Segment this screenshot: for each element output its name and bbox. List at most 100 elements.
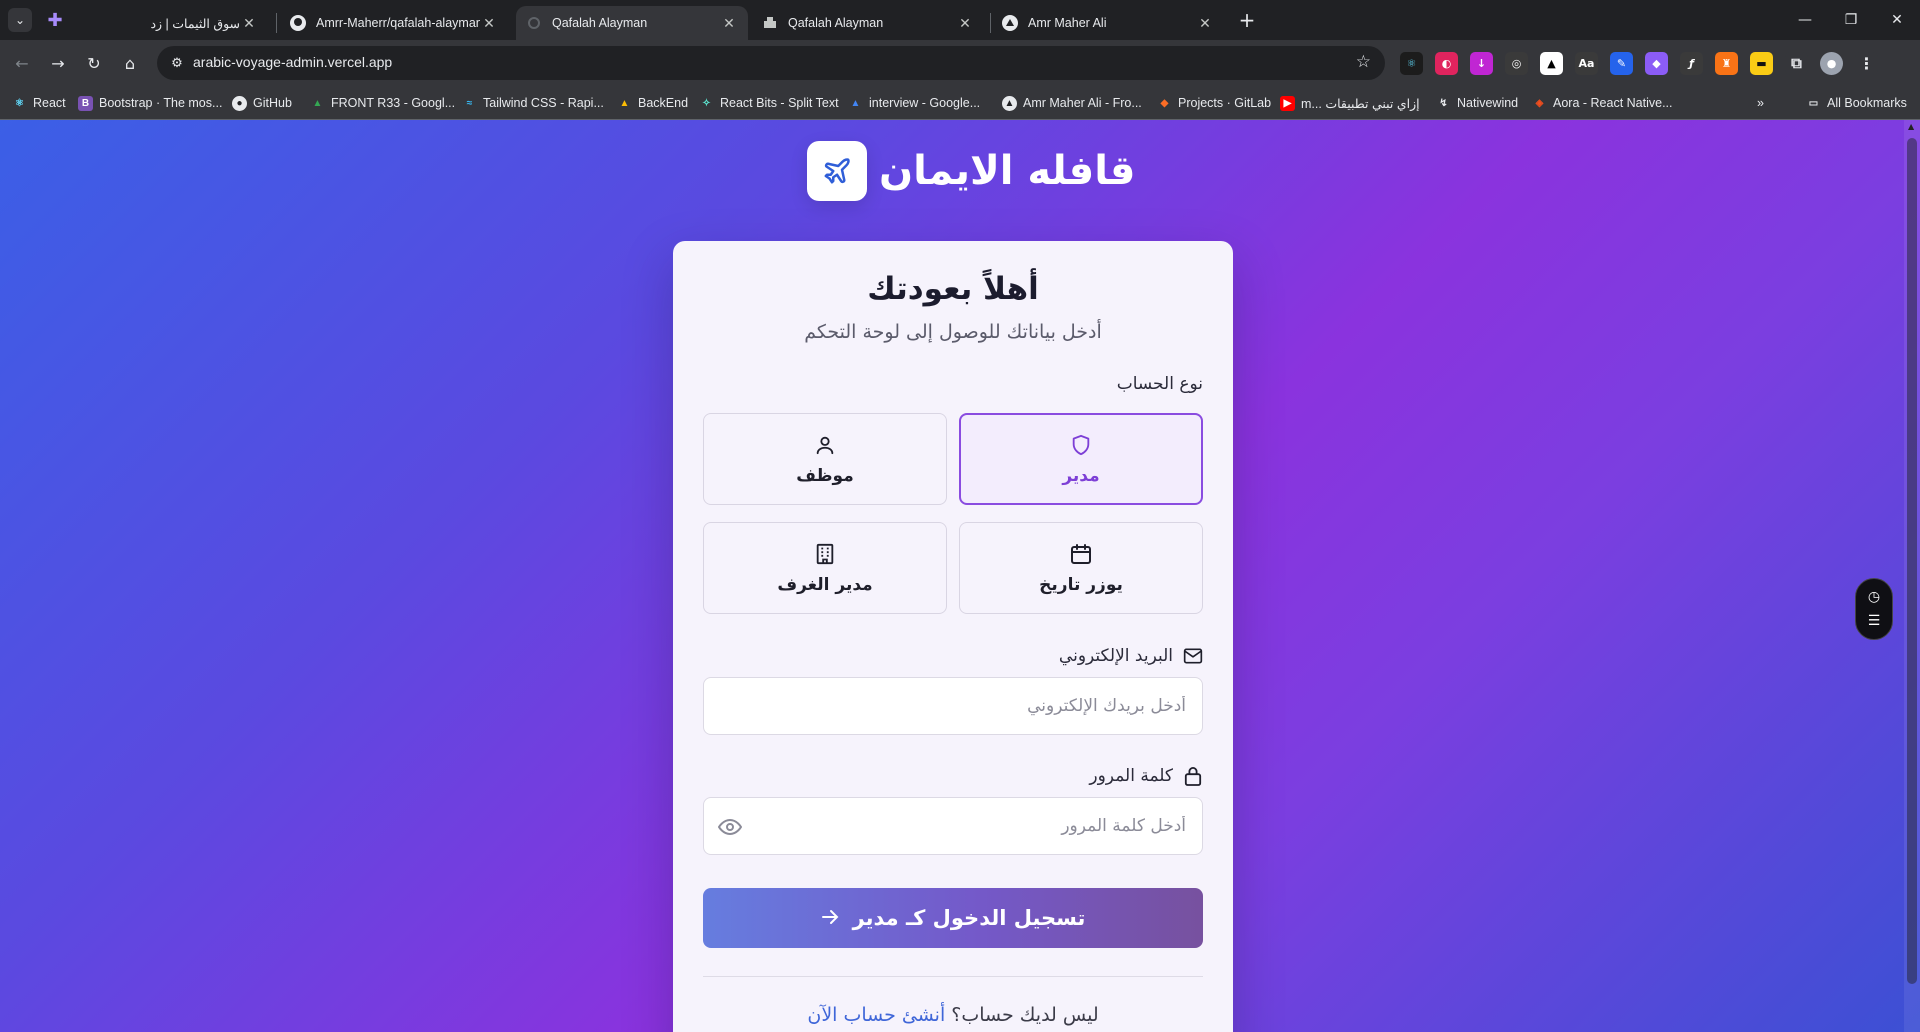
timer-icon[interactable]: ◷	[1868, 589, 1880, 605]
close-icon[interactable]: ✕	[1196, 14, 1214, 32]
email-field-box	[703, 677, 1203, 735]
login-card: أهلاً بعودتك أدخل بياناتك للوصول إلى لوح…	[673, 241, 1233, 1032]
role-employee-button[interactable]: موظف	[703, 413, 947, 505]
bookmark-label: React	[33, 96, 66, 110]
bookmark-github[interactable]: ● GitHub	[232, 94, 292, 112]
bootstrap-icon: B	[78, 95, 93, 111]
bookmark-label: Bootstrap · The mos...	[99, 96, 223, 110]
bookmark-react[interactable]: ⚛ React	[12, 94, 66, 112]
site-settings-icon[interactable]: ⚙	[167, 53, 187, 73]
login-submit-button[interactable]: تسجيل الدخول كـ مدير	[703, 888, 1203, 948]
password-field[interactable]	[704, 798, 1202, 854]
tab-zid-themes[interactable]: سوق الثيمات | زد ✕	[140, 6, 268, 40]
menu-kebab-icon[interactable]: ⋮	[1855, 51, 1878, 75]
react-bits-icon: ✧	[702, 97, 711, 109]
drive-icon: ▲	[619, 97, 630, 109]
page-scrollbar[interactable]: ▲	[1904, 120, 1920, 1032]
github-icon: ●	[232, 95, 247, 111]
bookmark-backend[interactable]: ▲ BackEnd	[617, 94, 688, 112]
orange-extension-icon[interactable]: ♜	[1715, 51, 1738, 75]
font-extension-icon[interactable]: ƒ	[1680, 51, 1703, 75]
role-label: موظف	[796, 466, 854, 486]
password-label-text: كلمة المرور	[1089, 766, 1173, 786]
all-bookmarks[interactable]: ▭ All Bookmarks	[1806, 94, 1907, 112]
home-icon[interactable]: ⌂	[116, 49, 144, 77]
close-icon[interactable]: ✕	[240, 14, 258, 32]
puzzle-icon[interactable]: ⧉	[1785, 51, 1808, 75]
bookmark-label: React Bits - Split Text	[720, 96, 839, 110]
pen-extension-icon[interactable]: ✎	[1610, 51, 1633, 75]
reload-icon[interactable]: ↻	[80, 49, 108, 77]
tab-qafalah-active[interactable]: Qafalah Alayman ✕	[516, 6, 748, 40]
bookmarks-overflow-icon[interactable]: »	[1757, 94, 1764, 112]
yellow-extension-icon[interactable]: ▬	[1750, 51, 1773, 75]
signup-prompt: ليس لديك حساب؟ أنشئ حساب الآن	[673, 1004, 1233, 1026]
folder-icon: ▭	[1808, 97, 1819, 109]
target-extension-icon[interactable]: ◎	[1505, 51, 1528, 75]
submit-label: تسجيل الدخول كـ مدير	[852, 906, 1086, 930]
calendar-icon	[1068, 541, 1094, 567]
scroll-thumb[interactable]	[1907, 138, 1917, 984]
minimize-icon[interactable]: —	[1782, 0, 1828, 40]
loading-favicon-icon	[526, 15, 542, 31]
role-room-manager-button[interactable]: مدير الغرف	[703, 522, 947, 614]
bookmark-interview[interactable]: ▲ interview - Google...	[848, 94, 981, 112]
avatar[interactable]: ●	[1820, 51, 1843, 75]
bookmark-bootstrap[interactable]: B Bootstrap · The mos...	[78, 94, 222, 112]
bookmark-gitlab[interactable]: ◆ Projects · GitLab	[1157, 94, 1271, 112]
divider	[703, 976, 1203, 977]
url-text[interactable]: arabic-voyage-admin.vercel.app	[193, 54, 392, 70]
close-icon[interactable]: ✕	[480, 14, 498, 32]
bookmark-tailwind[interactable]: ≈ Tailwind CSS - Rapi...	[462, 94, 604, 112]
eye-icon[interactable]	[718, 816, 742, 838]
drive-icon: ▲	[312, 97, 323, 109]
window-close-icon[interactable]: ✕	[1874, 0, 1920, 40]
bookmark-amr-maher[interactable]: ▲ Amr Maher Ali - Fro...	[1002, 94, 1142, 112]
role-admin-button[interactable]: مدير	[959, 413, 1203, 505]
extension-red-icon[interactable]: ◐	[1435, 51, 1458, 75]
floating-widget[interactable]: ◷ ☰	[1855, 578, 1893, 640]
tab-github-repo[interactable]: Amrr-Maherr/qafalah-alayman- ✕	[280, 6, 508, 40]
bookmark-react-bits[interactable]: ✧ React Bits - Split Text	[699, 94, 839, 112]
create-account-link[interactable]: أنشئ حساب الآن	[807, 1004, 945, 1026]
close-icon[interactable]: ✕	[720, 14, 738, 32]
vercel-extension-icon[interactable]: ▲	[1540, 51, 1563, 75]
role-date-user-button[interactable]: يوزر تاريخ	[959, 522, 1203, 614]
bookmark-label: interview - Google...	[869, 96, 981, 110]
tab-divider	[276, 13, 277, 33]
download-extension-icon[interactable]: ↓	[1470, 51, 1493, 75]
restore-icon[interactable]: ❐	[1828, 0, 1874, 40]
password-label: كلمة المرور	[1089, 764, 1203, 788]
tab-portfolio[interactable]: Amr Maher Ali ✕	[992, 6, 1224, 40]
tab-search-button[interactable]: ⌄	[8, 8, 32, 32]
account-type-label: نوع الحساب	[1116, 374, 1203, 394]
bookmark-youtube[interactable]: ▶ m... إزاي تبني تطبيقات	[1280, 94, 1420, 112]
drive-icon: ▲	[850, 97, 861, 109]
menu-icon[interactable]: ☰	[1868, 613, 1881, 629]
forward-icon[interactable]: →	[44, 49, 72, 77]
gitlab-icon: ◆	[1160, 97, 1169, 109]
tab-title: Amrr-Maherr/qafalah-alayman-	[316, 16, 480, 30]
bookmarks-bar: ⚛ React B Bootstrap · The mos... ● GitHub ▲…	[0, 86, 1920, 120]
github-icon	[290, 15, 306, 31]
tab-qafalah[interactable]: Qafalah Alayman ✕	[752, 6, 984, 40]
email-field[interactable]	[704, 678, 1202, 734]
purple-extension-icon[interactable]: ◆	[1645, 51, 1668, 75]
bookmark-label: All Bookmarks	[1827, 96, 1907, 110]
shield-icon	[1068, 432, 1094, 458]
figma-icon: ◈	[1535, 97, 1544, 109]
signup-prompt-text: ليس لديك حساب؟	[951, 1004, 1099, 1026]
bookmark-star-icon[interactable]: ☆	[1356, 52, 1371, 72]
extension-puzzle-icon[interactable]: ✚	[44, 9, 66, 31]
scroll-up-icon[interactable]: ▲	[1908, 122, 1916, 131]
back-icon[interactable]: ←	[8, 49, 36, 77]
new-tab-button[interactable]: +	[1233, 8, 1261, 32]
bookmark-nativewind[interactable]: ↯ Nativewind	[1436, 94, 1518, 112]
triangle-logo-icon	[1002, 15, 1018, 31]
bookmark-front-r33[interactable]: ▲ FRONT R33 - Googl...	[310, 94, 456, 112]
address-bar[interactable]: ⚙ arabic-voyage-admin.vercel.app ☆	[157, 46, 1385, 80]
close-icon[interactable]: ✕	[956, 14, 974, 32]
bookmark-aora[interactable]: ◈ Aora - React Native...	[1532, 94, 1673, 112]
react-devtools-icon[interactable]: ⚛	[1400, 51, 1423, 75]
dictionary-extension-icon[interactable]: Aa	[1575, 51, 1598, 75]
